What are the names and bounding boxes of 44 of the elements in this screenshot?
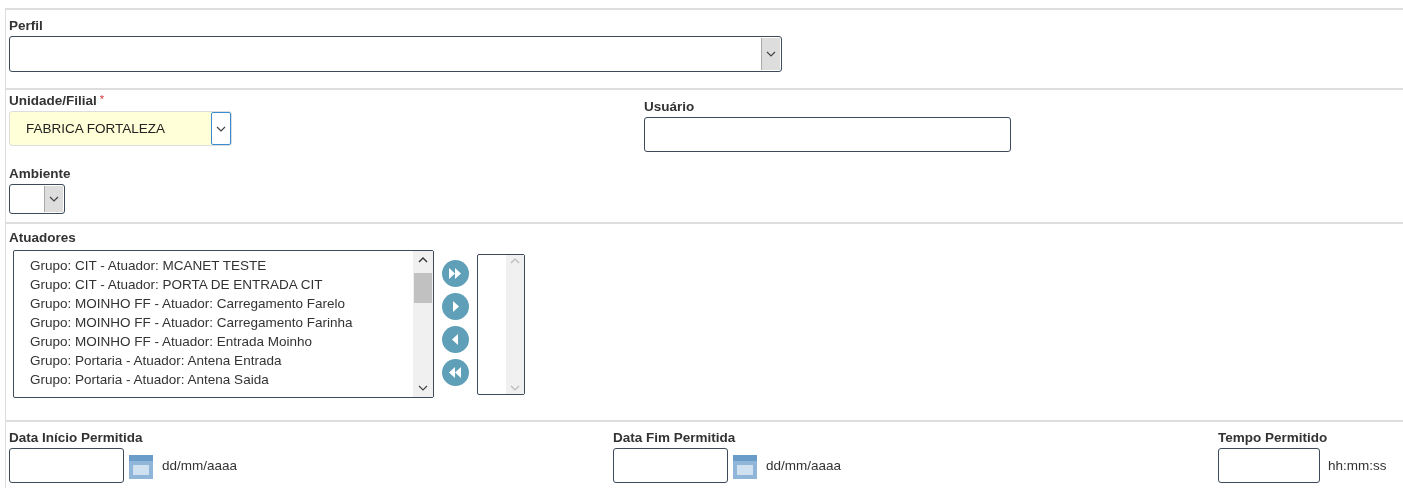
chevron-down-icon bbox=[216, 125, 226, 132]
double-arrow-right-button[interactable] bbox=[442, 260, 469, 287]
scrollbar-thumb[interactable] bbox=[414, 273, 432, 303]
field-label: Data Início Permitida bbox=[9, 430, 143, 445]
field-label: Ambiente bbox=[9, 166, 71, 181]
required-mark: * bbox=[99, 93, 105, 105]
double-arrow-right-icon bbox=[449, 268, 461, 279]
profile-select[interactable] bbox=[9, 36, 782, 72]
list-option[interactable]: Grupo: MOINHO FF - Atuador: Carregamento Farinha bbox=[30, 313, 413, 332]
list-option[interactable]: Grupo: Portaria - Atuador: Antena Saida bbox=[30, 370, 413, 389]
chevron-up-icon[interactable] bbox=[418, 257, 428, 263]
format-hint: dd/mm/aaaa bbox=[162, 458, 238, 473]
list-option[interactable]: Grupo: CIT - Atuador: MCANET TESTE bbox=[30, 256, 413, 275]
arrow-right-button[interactable] bbox=[442, 293, 469, 320]
arrow-right-icon bbox=[453, 301, 459, 312]
date-input[interactable] bbox=[613, 448, 728, 483]
list-option[interactable]: Grupo: Portaria - Atuador: Antena Entrada bbox=[30, 351, 413, 370]
selected-list[interactable] bbox=[477, 254, 525, 395]
double-arrow-left-icon bbox=[449, 367, 461, 378]
date-input[interactable] bbox=[9, 448, 124, 483]
list-option[interactable]: Grupo: CIT - Atuador: PORTA DE ENTRADA CIT bbox=[30, 275, 413, 294]
list-option[interactable]: Grupo: MOINHO FF - Atuador: Entrada Moinho bbox=[30, 332, 413, 351]
time-input[interactable] bbox=[1218, 448, 1320, 483]
field-label: Usuário bbox=[644, 99, 695, 114]
arrow-left-icon bbox=[452, 334, 458, 345]
unit-select[interactable]: FABRICA FORTALEZA bbox=[9, 111, 232, 146]
chevron-down-icon[interactable] bbox=[510, 385, 520, 391]
chevron-down-icon bbox=[766, 51, 776, 57]
environment-select[interactable] bbox=[9, 184, 65, 214]
format-hint: hh:mm:ss bbox=[1328, 458, 1387, 473]
scrollbar[interactable] bbox=[413, 251, 433, 397]
chevron-down-icon bbox=[49, 196, 59, 202]
field-label: Unidade/Filial bbox=[9, 93, 97, 108]
double-arrow-left-button[interactable] bbox=[442, 359, 469, 386]
chevron-down-icon bbox=[418, 385, 428, 391]
available-list[interactable] bbox=[13, 250, 434, 398]
user-input[interactable] bbox=[644, 117, 1011, 152]
arrow-left-button[interactable] bbox=[442, 326, 469, 353]
field-label: Tempo Permitido bbox=[1218, 430, 1328, 445]
format-hint: dd/mm/aaaa bbox=[766, 458, 842, 473]
list-option[interactable]: Grupo: MOINHO FF - Atuador: Carregamento Farelo bbox=[30, 294, 413, 313]
field-label: Atuadores bbox=[9, 230, 76, 245]
field-label: Data Fim Permitida bbox=[613, 430, 736, 445]
field-label: Perfil bbox=[9, 18, 43, 33]
